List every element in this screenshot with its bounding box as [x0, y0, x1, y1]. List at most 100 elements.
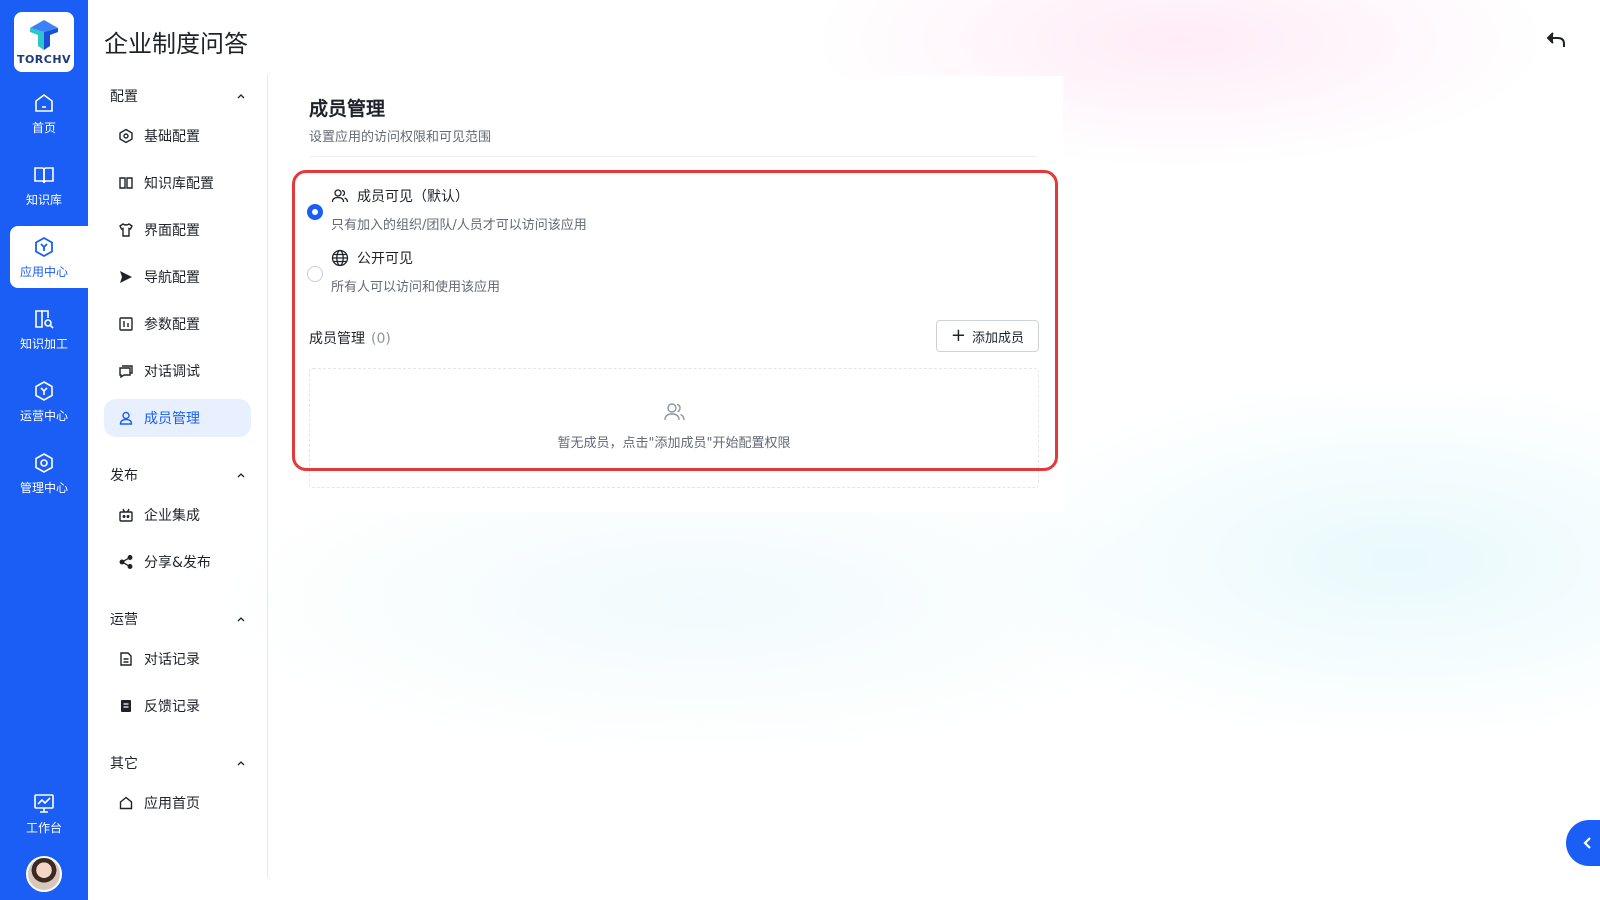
- rail-item-label: 应用中心: [19, 264, 68, 279]
- nav-item-share-publish[interactable]: 分享&发布: [104, 543, 251, 581]
- divider: [309, 156, 1037, 157]
- cube-icon: [35, 236, 53, 257]
- left-rail: TORCHV 首页 知识库 应用中心 知识加工 运营中心 管理中心 工作台: [0, 0, 88, 900]
- chevron-up-icon: [237, 473, 245, 478]
- logo[interactable]: TORCHV: [14, 12, 74, 72]
- chevron-left-icon: [1583, 837, 1591, 849]
- cube-icon: [35, 380, 53, 401]
- members-count: (0): [371, 331, 391, 347]
- chevron-up-icon: [237, 94, 245, 99]
- rail-item-workbench[interactable]: 工作台: [5, 782, 83, 844]
- nav-group-title: 发布: [110, 468, 138, 484]
- nav-group-title: 其它: [110, 756, 138, 772]
- rail-item-management[interactable]: 管理中心: [10, 442, 88, 504]
- settings-icon: [35, 452, 53, 473]
- nav-item-chat-records[interactable]: 对话记录: [104, 640, 251, 678]
- member-management-panel: 成员管理 设置应用的访问权限和可见范围 成员可见（默认） 只有加入的组织/团队/…: [283, 76, 1063, 512]
- torchv-logo-icon: [30, 20, 58, 50]
- members-empty-state: 暂无成员，点击"添加成员"开始配置权限: [309, 368, 1039, 488]
- nav-item-label: 反馈记录: [144, 699, 200, 715]
- add-member-button[interactable]: + 添加成员: [935, 320, 1039, 352]
- nav-item-chat-debug[interactable]: 对话调试: [104, 352, 251, 390]
- shirt-icon: [119, 223, 133, 237]
- nav-item-label: 基础配置: [144, 129, 200, 145]
- secondary-nav: 配置 基础配置 知识库配置 界面配置 导航配置 参数配置 对话调试 成员管理 发…: [88, 74, 268, 878]
- nav-item-params-config[interactable]: 参数配置: [104, 305, 251, 343]
- rail-item-label: 知识加工: [19, 336, 68, 351]
- share-icon: [119, 555, 133, 569]
- rail-item-home[interactable]: 首页: [10, 82, 88, 144]
- book-icon: [119, 177, 133, 189]
- logo-text: TORCHV: [16, 53, 72, 66]
- nav-item-label: 导航配置: [144, 270, 200, 286]
- nav-group-title: 运营: [110, 612, 138, 628]
- nav-item-label: 分享&发布: [144, 555, 211, 571]
- section-subtitle: 设置应用的访问权限和可见范围: [309, 130, 492, 145]
- nav-item-navigation-config[interactable]: 导航配置: [104, 258, 251, 296]
- users-empty-icon: [664, 402, 685, 420]
- nav-item-basic-config[interactable]: 基础配置: [104, 117, 251, 155]
- home-icon: [35, 93, 53, 112]
- params-icon: [119, 317, 133, 331]
- chevron-up-icon: [237, 761, 245, 766]
- empty-text: 暂无成员，点击"添加成员"开始配置权限: [557, 435, 791, 451]
- rail-item-operations[interactable]: 运营中心: [10, 370, 88, 432]
- option-description: 所有人可以访问和使用该应用: [331, 280, 501, 295]
- members-label: 成员管理: [309, 331, 365, 347]
- option-label: 成员可见（默认）: [357, 189, 469, 205]
- user-icon: [119, 411, 133, 425]
- nav-item-label: 应用首页: [144, 796, 200, 812]
- page-title: 企业制度问答: [104, 30, 248, 58]
- option-description: 只有加入的组织/团队/人员才可以访问该应用: [331, 218, 587, 233]
- rail-item-label: 运营中心: [19, 408, 68, 423]
- nav-item-label: 知识库配置: [144, 176, 214, 192]
- nav-item-enterprise-integration[interactable]: 企业集成: [104, 496, 251, 534]
- radio-unchecked[interactable]: [307, 266, 323, 282]
- rail-bottom: 工作台: [0, 772, 88, 892]
- monitor-chart-icon: [34, 793, 54, 813]
- knowledge-process-icon: [35, 309, 54, 329]
- nav-group-title: 配置: [110, 89, 138, 105]
- globe-icon: [331, 249, 349, 267]
- nav-group-operations[interactable]: 运营: [110, 607, 247, 631]
- nav-item-ui-config[interactable]: 界面配置: [104, 211, 251, 249]
- nav-item-label: 企业集成: [144, 508, 200, 524]
- option-public-visible[interactable]: 公开可见 所有人可以访问和使用该应用: [307, 248, 500, 295]
- radio-checked[interactable]: [307, 204, 323, 220]
- nav-item-member-management[interactable]: 成员管理: [104, 399, 251, 437]
- users-icon: [331, 189, 349, 203]
- option-label: 公开可见: [357, 251, 413, 267]
- rail-item-knowledge-base[interactable]: 知识库: [10, 154, 88, 216]
- members-header: 成员管理 (0): [309, 328, 391, 348]
- nav-item-label: 参数配置: [144, 317, 200, 333]
- nav-item-knowledge-config[interactable]: 知识库配置: [104, 164, 251, 202]
- nav-item-label: 成员管理: [144, 411, 200, 427]
- nav-group-other[interactable]: 其它: [110, 751, 247, 775]
- send-icon: [120, 271, 132, 283]
- home-icon: [119, 796, 133, 810]
- add-member-label: 添加成员: [971, 330, 1024, 346]
- rail-item-knowledge-process[interactable]: 知识加工: [10, 298, 88, 360]
- rail-item-label: 工作台: [25, 820, 62, 835]
- plus-icon: +: [950, 325, 966, 346]
- nav-item-label: 对话调试: [144, 364, 200, 380]
- back-arrow-icon[interactable]: [1544, 28, 1568, 52]
- nav-item-label: 界面配置: [144, 223, 200, 239]
- section-title: 成员管理: [309, 98, 386, 120]
- rail-item-label: 知识库: [25, 192, 62, 207]
- doc-filled-icon: [121, 700, 131, 712]
- rail-item-label: 首页: [31, 120, 56, 135]
- collapse-tab[interactable]: [1566, 820, 1600, 866]
- nav-group-publish[interactable]: 发布: [110, 463, 247, 487]
- nav-item-app-home[interactable]: 应用首页: [104, 784, 251, 822]
- avatar[interactable]: [26, 856, 62, 892]
- nav-item-feedback-records[interactable]: 反馈记录: [104, 687, 251, 725]
- chevron-up-icon: [237, 617, 245, 622]
- option-members-visible[interactable]: 成员可见（默认） 只有加入的组织/团队/人员才可以访问该应用: [307, 186, 587, 233]
- rail-item-app-center[interactable]: 应用中心: [10, 226, 88, 288]
- nav-item-label: 对话记录: [144, 652, 200, 668]
- book-icon: [34, 166, 54, 183]
- rail-item-label: 管理中心: [19, 480, 68, 495]
- gear-icon: [119, 128, 133, 144]
- nav-group-config[interactable]: 配置: [110, 84, 247, 108]
